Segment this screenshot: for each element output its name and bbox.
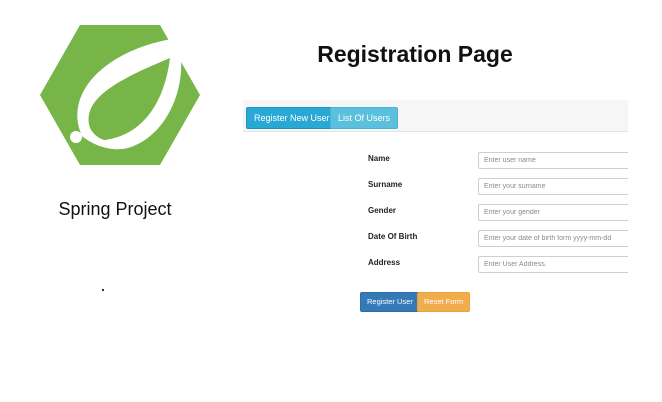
gender-label: Gender: [368, 206, 397, 215]
address-label: Address: [368, 258, 401, 267]
name-label: Name: [368, 154, 390, 163]
name-input[interactable]: [478, 152, 628, 169]
address-input[interactable]: [478, 256, 628, 273]
gender-input[interactable]: [478, 204, 628, 221]
date-of-birth-input[interactable]: [478, 230, 628, 247]
spring-logo-icon: [40, 25, 200, 165]
reset-form-button[interactable]: Reset Form: [417, 292, 471, 312]
surname-label: Surname: [368, 180, 403, 189]
register-new-user-button[interactable]: Register New User: [246, 107, 338, 129]
dot-mark: [102, 289, 104, 291]
page-title: Registration Page: [317, 41, 513, 67]
register-user-button[interactable]: Register User: [360, 292, 420, 312]
project-label: Spring Project: [58, 199, 172, 219]
list-of-users-button[interactable]: List Of Users: [330, 107, 399, 129]
surname-input[interactable]: [478, 178, 628, 195]
date-of-birth-label: Date Of Birth: [368, 232, 418, 241]
navbar: Register New User List Of Users: [243, 100, 628, 132]
